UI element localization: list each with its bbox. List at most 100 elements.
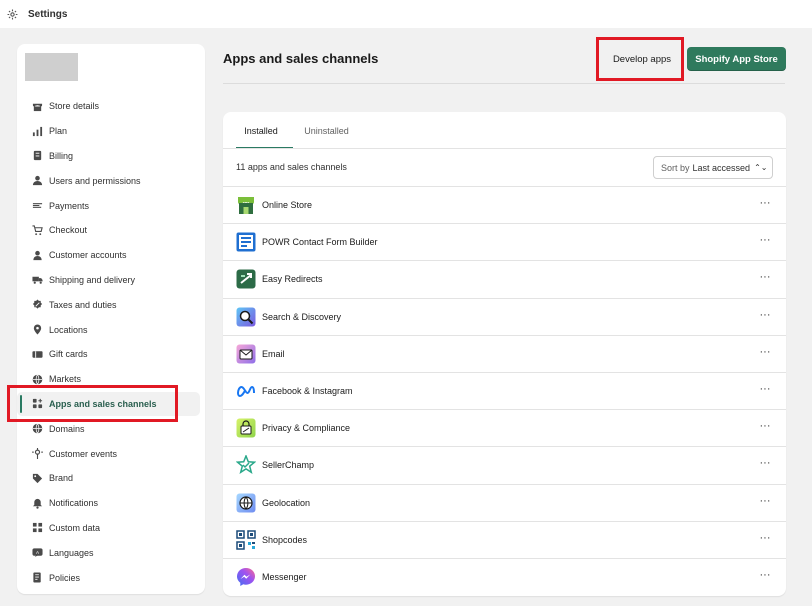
app-name: Easy Redirects [262, 274, 323, 285]
sidebar-item-locations[interactable]: Locations [17, 317, 200, 342]
app-row-search-discovery[interactable]: Search & Discovery ··· [223, 297, 786, 335]
sellerchamp-icon [236, 455, 256, 475]
sidebar-item-custom-data[interactable]: Custom data [17, 516, 200, 541]
app-name: Email [262, 348, 285, 359]
app-row-privacy-compliance[interactable]: Privacy & Compliance ··· [223, 409, 786, 446]
sidebar-item-label: Plan [49, 126, 68, 137]
header-divider [223, 83, 785, 84]
sidebar-item-taxes[interactable]: Taxes and duties [17, 292, 200, 317]
sidebar-item-billing[interactable]: Billing [17, 144, 200, 169]
app-name: Search & Discovery [262, 311, 342, 322]
app-row-sellerchamp[interactable]: SellerChamp ··· [223, 446, 786, 483]
more-actions-icon[interactable]: ··· [758, 569, 772, 581]
more-actions-icon[interactable]: ··· [758, 346, 772, 358]
sidebar-item-shipping[interactable]: Shipping and delivery [17, 268, 200, 293]
sidebar-item-label: Customer events [49, 448, 118, 459]
more-actions-icon[interactable]: ··· [758, 457, 772, 469]
store-icon [31, 100, 43, 112]
settings-sidebar: Store details Plan Billing Users and per… [17, 44, 205, 594]
more-actions-icon[interactable]: ··· [758, 234, 772, 246]
app-row-messenger[interactable]: Messenger ··· [223, 557, 786, 595]
cart-icon [31, 224, 43, 236]
sidebar-item-customer-accounts[interactable]: Customer accounts [17, 243, 200, 268]
tabs-divider [223, 148, 786, 149]
app-row-online-store[interactable]: Online Store ··· [223, 186, 786, 223]
plan-icon [31, 125, 43, 137]
sidebar-item-label: Checkout [49, 225, 88, 236]
users-icon [31, 175, 43, 187]
search-discovery-icon [236, 307, 256, 327]
database-icon [31, 522, 43, 534]
bell-icon [31, 497, 43, 509]
sort-select[interactable]: Sort by Last accessed ⌃⌄ [653, 156, 773, 179]
app-name: Geolocation [262, 497, 311, 508]
sidebar-item-label: Customer accounts [49, 250, 127, 261]
more-actions-icon[interactable]: ··· [758, 309, 772, 321]
languages-icon: A [31, 547, 43, 559]
app-name: Messenger [262, 571, 307, 582]
sidebar-item-languages[interactable]: A Languages [17, 540, 200, 565]
privacy-icon [236, 418, 256, 438]
app-row-easy-redirects[interactable]: Easy Redirects ··· [223, 260, 786, 297]
gear-icon [7, 9, 18, 20]
meta-icon [236, 381, 256, 401]
messenger-icon [236, 567, 256, 587]
app-row-geolocation[interactable]: Geolocation ··· [223, 483, 786, 521]
tab-installed[interactable]: Installed [236, 112, 293, 149]
easy-redirects-icon [236, 269, 256, 289]
brand-icon [31, 472, 43, 484]
shopify-app-store-button[interactable]: Shopify App Store [687, 47, 786, 71]
page-title: Apps and sales channels [223, 51, 379, 66]
sidebar-item-customer-events[interactable]: Customer events [17, 441, 200, 466]
domains-globe-icon [31, 423, 43, 435]
sidebar-item-label: Brand [49, 473, 74, 484]
more-actions-icon[interactable]: ··· [758, 383, 772, 395]
sidebar-item-store-details[interactable]: Store details [17, 94, 200, 119]
policies-icon [31, 572, 43, 584]
more-actions-icon[interactable]: ··· [758, 420, 772, 432]
sidebar-item-label: Payments [49, 200, 90, 211]
sort-prefix: Sort by [661, 162, 690, 173]
apps-card: Installed Uninstalled 11 apps and sales … [223, 112, 786, 596]
sidebar-item-gift-cards[interactable]: Gift cards [17, 342, 200, 367]
sidebar-item-label: Custom data [49, 522, 101, 533]
sidebar-item-payments[interactable]: Payments [17, 193, 200, 218]
more-actions-icon[interactable]: ··· [758, 197, 772, 209]
online-store-icon [236, 195, 256, 215]
customer-events-icon [31, 448, 43, 460]
sidebar-item-checkout[interactable]: Checkout [17, 218, 200, 243]
more-actions-icon[interactable]: ··· [758, 495, 772, 507]
globe-icon [31, 373, 43, 385]
sidebar-item-label: Policies [49, 572, 81, 583]
apps-count: 11 apps and sales channels [236, 162, 347, 172]
sidebar-item-label: Store details [49, 101, 100, 112]
billing-icon [31, 150, 43, 162]
sidebar-item-notifications[interactable]: Notifications [17, 491, 200, 516]
app-row-powr-contact-form[interactable]: POWR Contact Form Builder ··· [223, 223, 786, 260]
apps-list: Online Store ··· POWR Contact Form Build… [223, 186, 786, 595]
email-icon [236, 344, 256, 364]
qr-code-icon [236, 530, 256, 550]
highlight-box-apps-nav [7, 385, 178, 422]
more-actions-icon[interactable]: ··· [758, 532, 772, 544]
sidebar-item-label: Gift cards [49, 349, 88, 360]
settings-nav: Store details Plan Billing Users and per… [17, 94, 205, 590]
sidebar-item-policies[interactable]: Policies [17, 565, 200, 590]
sidebar-item-label: Notifications [49, 498, 99, 509]
store-logo [25, 53, 78, 81]
geolocation-icon [236, 493, 256, 513]
truck-icon [31, 274, 43, 286]
tab-uninstalled[interactable]: Uninstalled [299, 112, 354, 149]
sidebar-item-label: Shipping and delivery [49, 274, 136, 285]
tax-icon [31, 299, 43, 311]
app-name: Privacy & Compliance [262, 423, 351, 434]
sidebar-item-users[interactable]: Users and permissions [17, 168, 200, 193]
sidebar-item-plan[interactable]: Plan [17, 119, 200, 144]
app-name: Online Store [262, 200, 313, 211]
app-row-shopcodes[interactable]: Shopcodes ··· [223, 520, 786, 558]
app-row-facebook-instagram[interactable]: Facebook & Instagram ··· [223, 371, 786, 409]
sidebar-item-brand[interactable]: Brand [17, 466, 200, 491]
app-row-email[interactable]: Email ··· [223, 334, 786, 372]
sidebar-item-label: Domains [49, 423, 85, 434]
more-actions-icon[interactable]: ··· [758, 271, 772, 283]
